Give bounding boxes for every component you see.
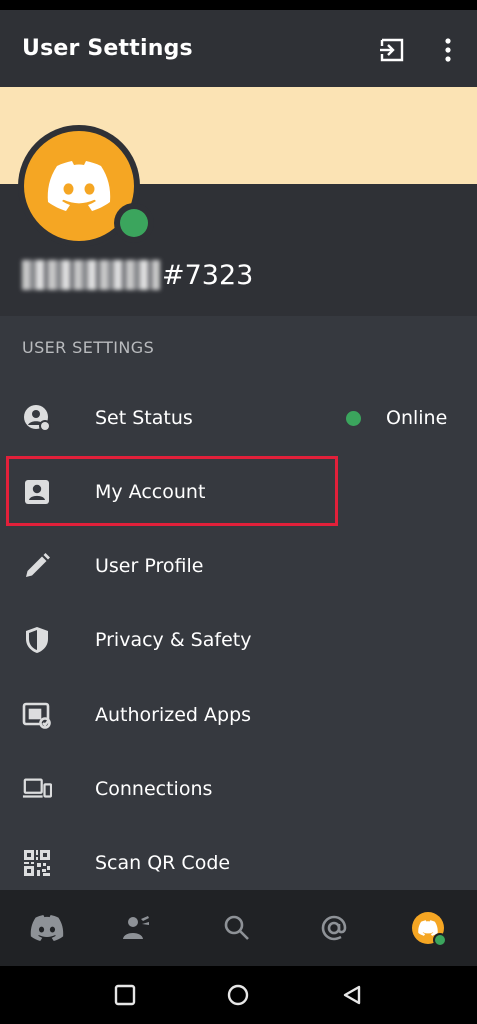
back-icon[interactable] xyxy=(339,982,365,1008)
profile-avatar[interactable] xyxy=(412,912,447,947)
authorized-apps-icon xyxy=(22,700,52,730)
home-icon[interactable] xyxy=(29,910,65,946)
status-bar xyxy=(0,0,477,10)
menu-item-label: User Profile xyxy=(95,555,204,577)
shield-icon xyxy=(22,625,52,655)
friends-icon[interactable] xyxy=(118,910,154,946)
highlight-box xyxy=(6,456,338,526)
mentions-icon[interactable] xyxy=(316,910,352,946)
menu-item-label: Privacy & Safety xyxy=(95,629,252,651)
more-options-icon[interactable] xyxy=(430,32,466,68)
qr-code-icon xyxy=(22,848,52,878)
system-navigation-bar xyxy=(0,966,477,1024)
online-status-indicator xyxy=(114,203,154,243)
menu-item-privacy-safety[interactable]: Privacy & Safety xyxy=(0,603,477,677)
menu-item-connections[interactable]: Connections xyxy=(0,752,477,826)
home-button-icon[interactable] xyxy=(225,982,251,1008)
section-title: USER SETTINGS xyxy=(22,338,155,357)
menu-item-scan-qr[interactable]: Scan QR Code xyxy=(0,826,477,900)
menu-item-label: Set Status xyxy=(95,407,193,429)
app-bar: User Settings xyxy=(0,10,477,87)
set-status-icon xyxy=(22,403,52,433)
recent-apps-icon[interactable] xyxy=(112,982,138,1008)
menu-item-set-status[interactable]: Set Status Online xyxy=(0,381,477,455)
menu-item-label: Scan QR Code xyxy=(95,852,231,874)
pencil-icon xyxy=(22,551,52,581)
online-status-indicator xyxy=(433,933,447,947)
bottom-navigation xyxy=(0,890,477,966)
avatar[interactable] xyxy=(18,125,154,247)
menu-item-label: Authorized Apps xyxy=(95,704,252,726)
logout-icon[interactable] xyxy=(374,32,410,68)
username: #7323 xyxy=(22,255,253,295)
username-tag: #7323 xyxy=(162,259,254,291)
menu-item-user-profile[interactable]: User Profile xyxy=(0,529,477,603)
online-status-dot xyxy=(346,410,361,426)
devices-icon xyxy=(22,774,52,804)
search-icon[interactable] xyxy=(219,910,255,946)
status-value: Online xyxy=(386,407,448,429)
page-title: User Settings xyxy=(22,36,193,61)
menu-item-authorized-apps[interactable]: Authorized Apps xyxy=(0,678,477,752)
menu-item-label: Connections xyxy=(95,778,213,800)
redacted-name xyxy=(22,260,160,290)
